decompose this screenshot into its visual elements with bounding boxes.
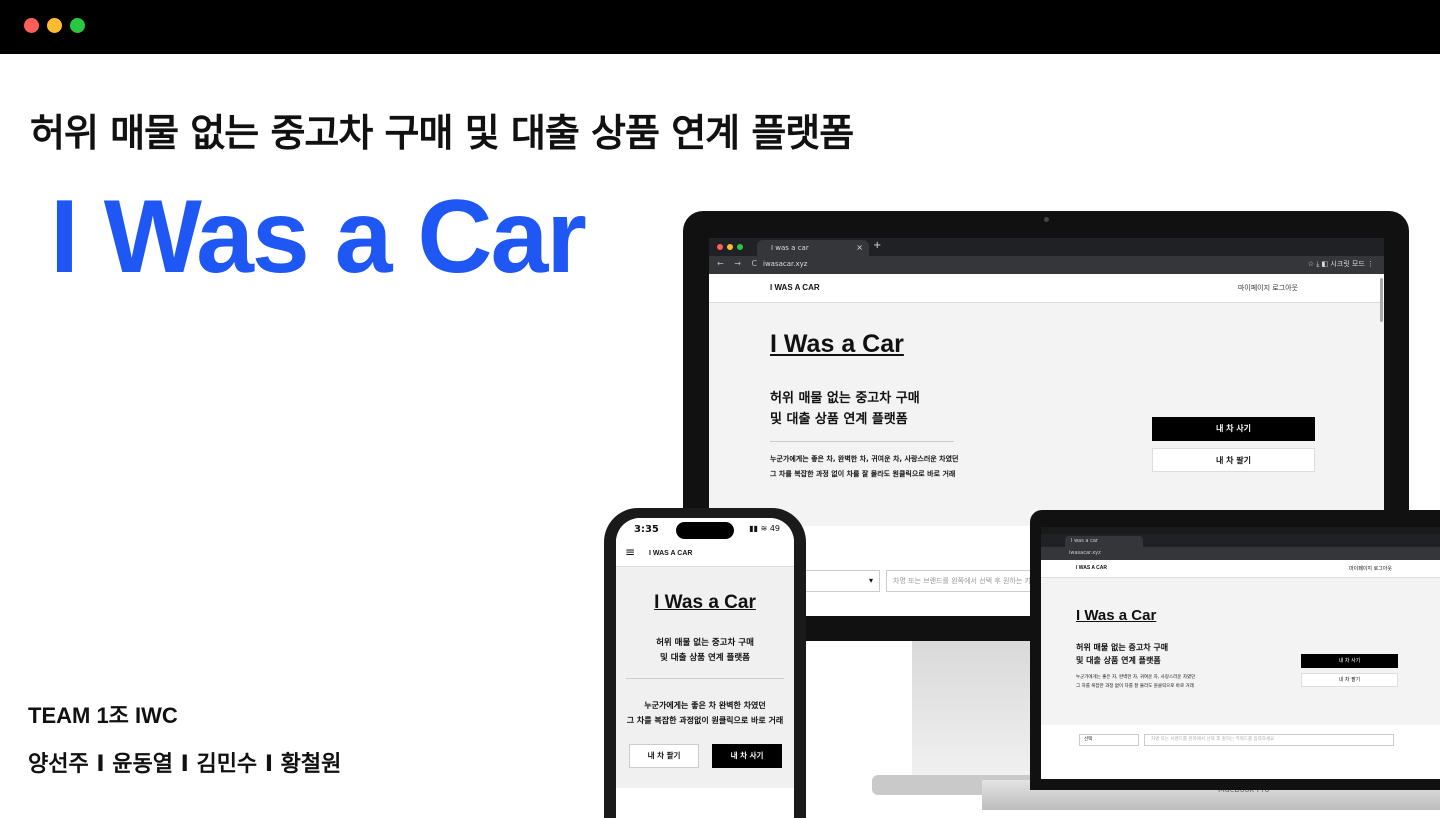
page-scrollbar[interactable] — [1380, 278, 1383, 322]
tab-close-icon[interactable]: × — [856, 240, 863, 256]
hero-subtitle-line: 및 대출 상품 연계 플랫폼 — [659, 653, 751, 663]
team-members: 양선주 I 윤동열 I 김민수 I 황철원 — [28, 752, 342, 777]
phone-bottom-area — [616, 788, 794, 818]
buy-car-button[interactable]: 내 차 사기 — [1152, 417, 1315, 441]
hero-subtitle-line: 및 대출 상품 연계 플랫폼 — [770, 412, 908, 427]
hero-description: 누군가에게는 좋은 차 완벽한 차였던 그 차를 복잡한 과정없이 원클릭으로 … — [616, 698, 794, 728]
brand-select[interactable]: 선택 — [1079, 734, 1139, 746]
browser-nav-buttons[interactable]: ← → C — [717, 259, 761, 268]
sell-car-button[interactable]: 내 차 팔기 — [1301, 673, 1398, 687]
laptop-screen: I was a car iwasacar.xyz I WAS A CAR 마이페… — [1041, 527, 1440, 779]
hero-description: 누군가에게는 좋은 차, 완벽한 차, 귀여운 차, 사랑스러운 차였던 그 차… — [1076, 673, 1195, 691]
dynamic-island — [676, 522, 734, 539]
hero-subtitle-line: 허위 매물 없는 중고차 구매 — [1076, 643, 1169, 652]
hamburger-menu-icon[interactable]: ≡ — [625, 545, 635, 559]
laptop-mockup: I was a car iwasacar.xyz I WAS A CAR 마이페… — [1030, 510, 1440, 790]
search-input[interactable]: 차명 또는 브랜드를 왼쪽에서 선택 후 원하는 키워드를 입력하세요 — [1144, 734, 1394, 746]
hero-subtitle-line: 허위 매물 없는 중고차 구매 — [656, 638, 754, 648]
phone-mockup: 3:35 ▮▮ ≋ 49 ≡ I WAS A CAR I Was a Car 허… — [604, 508, 806, 818]
laptop-browser-tab[interactable]: I was a car — [1065, 536, 1143, 547]
hero-subtitle: 허위 매물 없는 중고차 구매 및 대출 상품 연계 플랫폼 — [1076, 641, 1168, 667]
sell-car-button[interactable]: 내 차 팔기 — [629, 744, 699, 768]
hero-description-line: 누군가에게는 좋은 차, 완벽한 차, 귀여운 차, 사랑스러운 차였던 — [1076, 675, 1196, 680]
phone-site-header: ≡ I WAS A CAR — [616, 542, 794, 567]
browser-zoom-dot[interactable] — [737, 244, 743, 250]
hero-subtitle: 허위 매물 없는 중고차 구매 및 대출 상품 연계 플랫폼 — [616, 636, 794, 666]
phone-status-icons: ▮▮ ≋ 49 — [749, 524, 780, 533]
phone-status-bar: 3:35 ▮▮ ≋ 49 — [616, 518, 794, 542]
browser-toolbar: ← → C iwasacar.xyz ☆ ⤓ ◧ 시크릿 모드 ⋮ — [709, 256, 1384, 274]
laptop-toolbar: iwasacar.xyz — [1041, 547, 1440, 560]
browser-toolbar-icons[interactable]: ☆ ⤓ ◧ 시크릿 모드 ⋮ — [1308, 259, 1374, 269]
site-logo[interactable]: I WAS A CAR — [770, 283, 820, 292]
buy-car-button[interactable]: 내 차 사기 — [712, 744, 782, 768]
new-tab-icon[interactable]: + — [873, 240, 881, 251]
slide-title: I Was a Car — [50, 179, 587, 295]
phone-time: 3:35 — [634, 524, 659, 535]
browser-close-dot[interactable] — [717, 244, 723, 250]
hero-title: I Was a Car — [770, 330, 904, 358]
site-nav-links[interactable]: 마이페이지 로그아웃 — [1349, 565, 1392, 572]
divider — [626, 678, 784, 679]
site-logo[interactable]: I WAS A CAR — [649, 550, 692, 557]
hero-description-line: 그 차를 복잡한 과정없이 원클릭으로 바로 거래 — [626, 716, 784, 725]
hero-title: I Was a Car — [654, 592, 756, 613]
hero-subtitle-line: 허위 매물 없는 중고차 구매 — [770, 391, 920, 406]
hero-title: I Was a Car — [1076, 607, 1157, 624]
browser-tab-strip: I was a car × + — [709, 238, 1384, 256]
buy-car-button[interactable]: 내 차 사기 — [1301, 654, 1398, 668]
laptop-site-header: I WAS A CAR 마이페이지 로그아웃 — [1041, 560, 1440, 578]
laptop-address-bar[interactable]: iwasacar.xyz — [1069, 550, 1101, 556]
minimize-window-button[interactable] — [47, 18, 62, 33]
team-name: TEAM 1조 IWC — [28, 703, 178, 728]
search-section: 선택 차명 또는 브랜드를 왼쪽에서 선택 후 원하는 키워드를 입력하세요 — [1041, 725, 1440, 779]
macos-menubar — [1041, 527, 1440, 534]
hero-description-line: 누군가에게는 좋은 차 완벽한 차였던 — [644, 701, 766, 710]
hero-description-line: 그 차를 복잡한 과정 없이 차를 잘 몰라도 원클릭으로 바로 거래 — [1076, 684, 1194, 689]
slide-subtitle: 허위 매물 없는 중고차 구매 및 대출 상품 연계 플랫폼 — [30, 111, 854, 155]
sell-car-button[interactable]: 내 차 팔기 — [1152, 448, 1315, 472]
browser-minimize-dot[interactable] — [727, 244, 733, 250]
tab-title: I was a car — [771, 244, 809, 252]
address-bar[interactable]: iwasacar.xyz — [763, 260, 807, 268]
divider — [770, 441, 954, 442]
site-nav-links[interactable]: 마이페이지 로그아웃 — [1238, 283, 1298, 293]
hero-subtitle-line: 및 대출 상품 연계 플랫폼 — [1076, 656, 1161, 665]
site-logo[interactable]: I WAS A CAR — [1076, 565, 1107, 571]
window-titlebar — [0, 0, 1440, 54]
camera-dot — [1044, 217, 1049, 222]
hero-subtitle: 허위 매물 없는 중고차 구매 및 대출 상품 연계 플랫폼 — [770, 388, 920, 430]
hero-description-line: 그 차를 복잡한 과정 없이 차를 잘 몰라도 원클릭으로 바로 거래 — [770, 470, 956, 478]
zoom-window-button[interactable] — [70, 18, 85, 33]
close-window-button[interactable] — [24, 18, 39, 33]
laptop-tab-strip: I was a car — [1041, 534, 1440, 547]
phone-screen: 3:35 ▮▮ ≋ 49 ≡ I WAS A CAR I Was a Car 허… — [616, 518, 794, 818]
site-header: I WAS A CAR 마이페이지 로그아웃 — [709, 274, 1384, 303]
browser-tab[interactable]: I was a car × — [757, 240, 869, 256]
hero-description-line: 누군가에게는 좋은 차, 완벽한 차, 귀여운 차, 사랑스러운 차였던 — [770, 455, 959, 463]
hero-description: 누군가에게는 좋은 차, 완벽한 차, 귀여운 차, 사랑스러운 차였던 그 차… — [770, 452, 958, 482]
